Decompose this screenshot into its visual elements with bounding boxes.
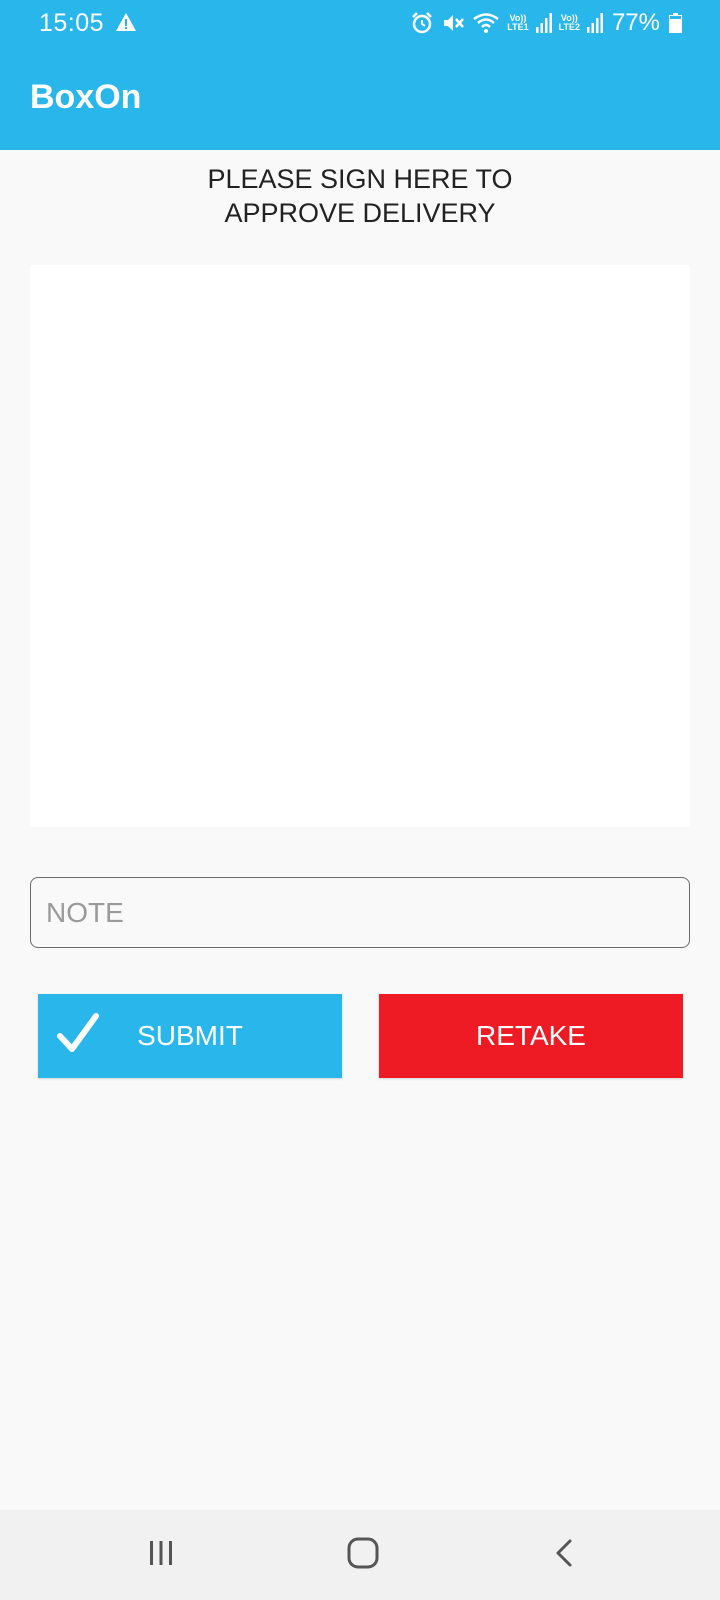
status-time: 15:05 [39, 9, 105, 37]
sim2-lte-text: LTE2 [558, 22, 580, 32]
battery-percent: 77% [611, 9, 660, 36]
wifi-icon [472, 12, 500, 34]
signature-pad[interactable] [30, 265, 690, 827]
sim2-lte-label: Vo)) LTE2 [559, 14, 580, 32]
home-button[interactable] [333, 1530, 393, 1580]
retake-label: RETAKE [476, 1020, 586, 1051]
alarm-icon [410, 11, 434, 35]
retake-button[interactable]: RETAKE [379, 994, 683, 1078]
back-button[interactable] [535, 1530, 595, 1580]
recent-apps-icon [146, 1538, 176, 1573]
submit-button[interactable]: SUBMIT [38, 994, 342, 1078]
sim1-lte-label: Vo)) LTE1 [507, 14, 528, 32]
back-icon [550, 1538, 580, 1573]
instruction-line-1: PLEASE SIGN HERE TO [207, 164, 513, 194]
signal-icon [535, 13, 552, 33]
app-title: BoxOn [30, 78, 142, 116]
checkmark-icon [56, 1012, 100, 1056]
note-input[interactable] [30, 877, 690, 948]
sim1-lte-text: LTE1 [507, 22, 529, 32]
signal-icon [586, 13, 603, 33]
recent-apps-button[interactable] [131, 1530, 191, 1580]
top-header: 15:05 Vo)) LTE1 Vo)) LTE2 77% BoxOn [0, 0, 720, 150]
instruction-line-2: APPROVE DELIVERY [224, 198, 496, 228]
sign-instruction: PLEASE SIGN HERE TO APPROVE DELIVERY [0, 162, 720, 230]
submit-label: SUBMIT [137, 1020, 243, 1051]
navigation-bar [0, 1510, 720, 1600]
home-icon [346, 1536, 380, 1575]
battery-icon [669, 13, 682, 33]
warning-icon [115, 12, 137, 32]
mute-icon [441, 11, 465, 35]
status-icons: Vo)) LTE1 Vo)) LTE2 77% [410, 8, 682, 38]
screen: 15:05 Vo)) LTE1 Vo)) LTE2 77% BoxOn PLEA… [0, 0, 720, 1600]
status-bar: 15:05 Vo)) LTE1 Vo)) LTE2 77% [0, 0, 720, 46]
